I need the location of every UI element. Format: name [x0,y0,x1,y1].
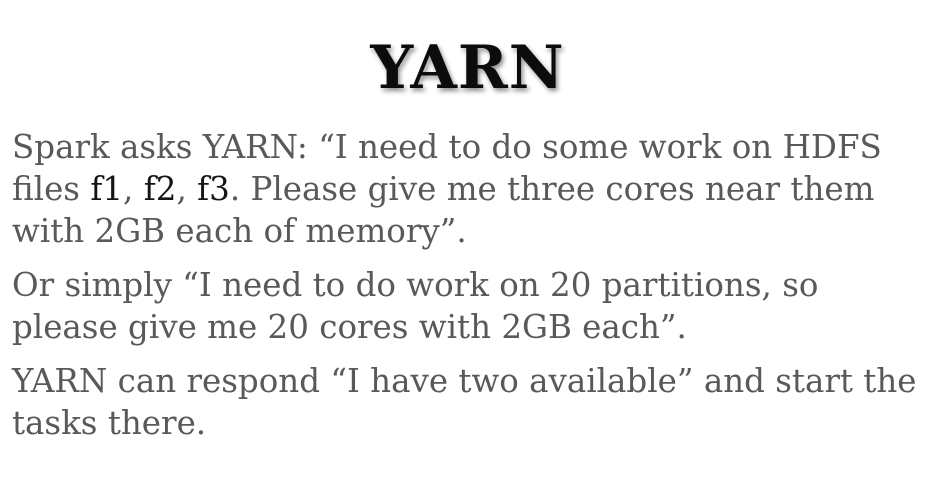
paragraph-yarn-response: YARN can respond “I have two available” … [12,362,917,442]
separator-2: , [176,170,198,208]
slide-title: YARN [370,33,565,103]
file-name-f1: f1 [90,170,124,208]
paragraph-yarn-request: Spark asks YARN: “I need to do some work… [12,126,927,252]
separator-1: , [123,170,144,208]
file-name-f3: f3 [197,170,230,208]
slide-body: Spark asks YARN: “I need to do some work… [12,126,927,456]
slide: YARN Spark asks YARN: “I need to do some… [0,0,935,483]
paragraph-partitions-request: Or simply “I need to do work on 20 parti… [12,266,819,346]
file-name-f2: f2 [143,170,177,208]
